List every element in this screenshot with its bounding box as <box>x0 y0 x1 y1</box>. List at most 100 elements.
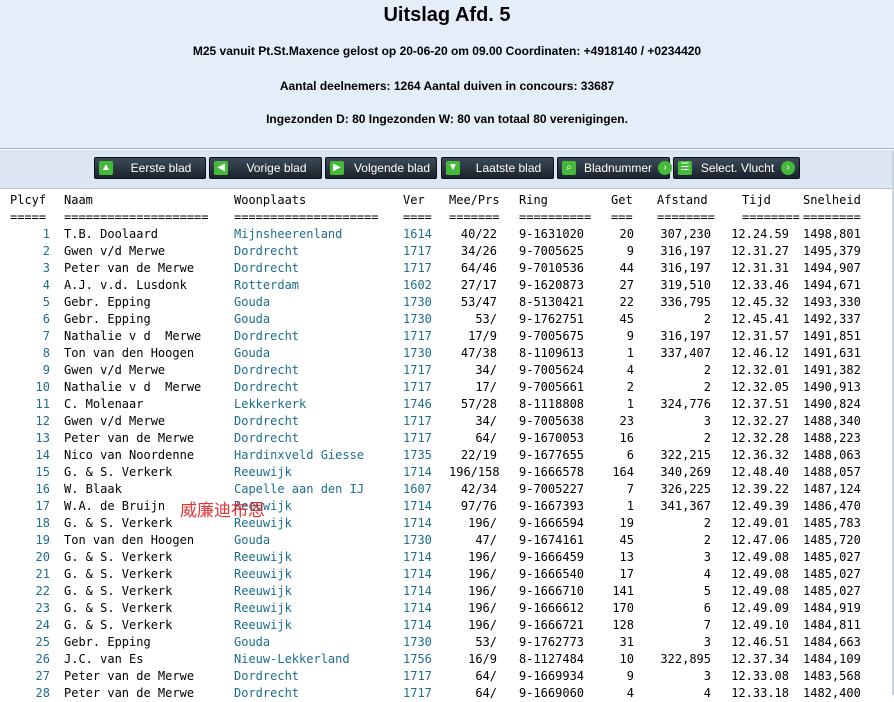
cell-ver: 1714 <box>403 618 432 632</box>
cell-woonplaats: Reeuwijk <box>234 584 292 598</box>
cell-plcyf: 24 <box>35 618 50 632</box>
cell-afstand: 6 <box>703 601 711 615</box>
cell-tijd: 12.32.27 <box>731 414 789 428</box>
cell-ver: 1714 <box>403 465 432 479</box>
cell-woonplaats: Mijnsheerenland <box>234 227 343 241</box>
col-tijd: Tijd <box>742 193 771 207</box>
cell-plcyf: 23 <box>35 601 50 615</box>
cell-get: 1 <box>626 499 634 513</box>
cell-afstand: 3 <box>703 414 711 428</box>
cell-plcyf: 26 <box>35 652 50 666</box>
cell-woonplaats: Gouda <box>234 346 271 360</box>
cell-ver: 1607 <box>403 482 432 496</box>
arrow-down-icon: ▼ <box>446 161 460 175</box>
cell-mee: 196/ <box>468 550 497 564</box>
cell-ver: 1717 <box>403 261 432 275</box>
cell-naam: Nico van Noordenne <box>64 448 195 462</box>
cell-ring: 9-1666612 <box>519 601 585 615</box>
cell-naam: Gebr. Epping <box>64 635 151 649</box>
cell-snelheid: 1491,851 <box>803 329 861 343</box>
first-page-button[interactable]: ▲ Eerste blad <box>94 157 206 179</box>
cell-woonplaats: Reeuwijk <box>234 618 292 632</box>
cell-mee: 64/46 <box>460 261 497 275</box>
cell-plcyf: 11 <box>35 397 50 411</box>
cell-tijd: 12.32.28 <box>731 431 789 445</box>
cell-snelheid: 1485,027 <box>803 550 861 564</box>
cell-ver: 1730 <box>403 295 432 309</box>
cell-afstand: 7 <box>703 618 711 632</box>
cell-afstand: 322,895 <box>660 652 711 666</box>
cell-ver: 1614 <box>403 227 432 241</box>
cell-tijd: 12.32.01 <box>731 363 789 377</box>
cell-tijd: 12.45.32 <box>731 295 789 309</box>
table-row: 9 Gwen v/d Merwe Dordrecht 1717 34/9-7005624… <box>0 362 894 379</box>
page-title: Uitslag Afd. 5 <box>383 4 511 26</box>
cell-get: 2 <box>626 380 634 394</box>
cell-get: 141 <box>612 584 634 598</box>
chevron-right-icon: › <box>781 161 795 175</box>
cell-get: 31 <box>619 635 634 649</box>
cell-snelheid: 1488,223 <box>803 431 861 445</box>
cell-ring: 9-1677655 <box>519 448 585 462</box>
cell-plcyf: 6 <box>42 312 50 326</box>
cell-mee: 47/ <box>475 533 497 547</box>
cell-tijd: 12.47.06 <box>731 533 789 547</box>
cell-afstand: 316,197 <box>660 244 711 258</box>
cell-woonplaats: Nieuw-Lekkerland <box>234 652 350 666</box>
cell-get: 1 <box>626 346 634 360</box>
cell-mee: 53/ <box>475 312 497 326</box>
cell-get: 9 <box>626 329 634 343</box>
cell-tijd: 12.31.31 <box>731 261 789 275</box>
cell-tijd: 12.24.59 <box>731 227 789 241</box>
cell-get: 10 <box>619 652 634 666</box>
cell-tijd: 12.49.08 <box>731 550 789 564</box>
col-ver: Ver <box>403 193 425 207</box>
last-page-button[interactable]: ▼ Laatste blad <box>441 157 554 179</box>
cell-plcyf: 2 <box>42 244 50 258</box>
cell-afstand: 337,407 <box>660 346 711 360</box>
cell-naam: G. & S. Verkerk <box>64 584 173 598</box>
col-plcyf: Plcyf <box>10 193 47 207</box>
cell-plcyf: 20 <box>35 550 50 564</box>
table-row: 12 Gwen v/d Merwe Dordrecht 1717 34/9-700563… <box>0 413 894 430</box>
table-row: 5 Gebr. Epping Gouda 1730 53/47 8-5130421 22 33… <box>0 294 894 311</box>
cell-ring: 9-1666578 <box>519 465 585 479</box>
cell-snelheid: 1484,663 <box>803 635 861 649</box>
cell-mee: 47/38 <box>460 346 497 360</box>
cell-mee: 64/ <box>475 669 497 683</box>
cell-plcyf: 12 <box>35 414 50 428</box>
cell-afstand: 4 <box>703 567 711 581</box>
cell-ring: 9-1762751 <box>519 312 585 326</box>
cell-snelheid: 1490,824 <box>803 397 861 411</box>
cell-ver: 1717 <box>403 414 432 428</box>
page-number-button[interactable]: ⌕ Bladnummer › <box>557 157 673 179</box>
cell-ring: 9-7005675 <box>519 329 585 343</box>
table-row: 6 Gebr. Epping Gouda 1730 53/9-1762751 45 2 12.… <box>0 311 894 328</box>
cell-get: 13 <box>619 550 634 564</box>
select-flight-button[interactable]: ☰ Select. Vlucht › <box>673 157 800 179</box>
table-row: 13 Peter van de Merwe Dordrecht 1717 64/9-16… <box>0 430 894 447</box>
next-page-button[interactable]: ▶ Volgende blad <box>325 157 437 179</box>
cell-get: 4 <box>626 363 634 377</box>
table-row: 3 Peter van de Merwe Dordrecht 1717 64/46 9-7… <box>0 260 894 277</box>
cell-mee: 27/17 <box>460 278 497 292</box>
cell-ring: 9-7005661 <box>519 380 585 394</box>
cell-naam: Gwen v/d Merwe <box>64 244 166 258</box>
cell-mee: 53/47 <box>460 295 497 309</box>
previous-page-button[interactable]: ◀ Vorige blad <box>209 157 322 179</box>
cell-naam: Peter van de Merwe <box>64 431 195 445</box>
cell-naam: G. & S. Verkerk <box>64 601 173 615</box>
cell-afstand: 4 <box>703 686 711 700</box>
table-row: 7 Nathalie v d Merwe Dordrecht 1717 17/9 9-70… <box>0 328 894 345</box>
cell-snelheid: 1491,382 <box>803 363 861 377</box>
cell-ring: 9-1669060 <box>519 686 585 700</box>
cell-woonplaats: Gouda <box>234 295 271 309</box>
table-separator: ===== ==================== =============… <box>10 210 861 224</box>
table-row: 18 G. & S. Verkerk Reeuwijk 1714 196/9-16665… <box>0 515 894 532</box>
col-ring: Ring <box>519 193 548 207</box>
cell-get: 9 <box>626 669 634 683</box>
cell-ring: 8-1127484 <box>519 652 585 666</box>
cell-woonplaats: Dordrecht <box>234 244 300 258</box>
cell-plcyf: 15 <box>35 465 50 479</box>
cell-naam: G. & S. Verkerk <box>64 550 173 564</box>
